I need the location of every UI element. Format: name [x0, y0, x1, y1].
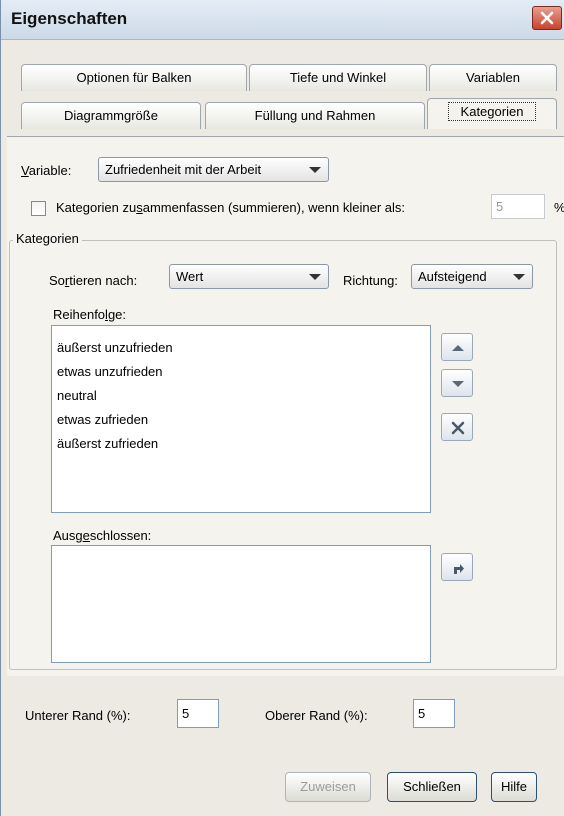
x-icon [451, 421, 465, 435]
move-up-button[interactable] [441, 333, 473, 361]
tab-chart-size[interactable]: Diagrammgröße [21, 102, 201, 129]
direction-label: Richtung: [343, 273, 398, 288]
tab-bar-options[interactable]: Optionen für Balken [21, 64, 247, 91]
categories-group-title: Kategorien [13, 231, 82, 246]
close-icon [540, 11, 554, 25]
title-bar: Eigenschaften [1, 0, 564, 40]
direction-dropdown[interactable]: Aufsteigend [411, 264, 533, 289]
upper-margin-value: 5 [418, 706, 426, 721]
collapse-label: Kategorien zusammenfassen (summieren), w… [56, 200, 406, 215]
tab-label: Füllung und Rahmen [254, 108, 376, 123]
sort-label: Sortieren nach: [49, 273, 138, 288]
tab-label: Kategorien [447, 102, 537, 121]
arrow-up-icon [452, 345, 464, 351]
window-title: Eigenschaften [11, 9, 128, 28]
tab-label: Diagrammgröße [64, 108, 158, 123]
list-item[interactable]: etwas unzufrieden [52, 360, 430, 384]
list-item[interactable]: äußerst unzufrieden [52, 336, 430, 360]
collapse-threshold-value: 5 [496, 199, 504, 214]
move-down-button[interactable] [441, 369, 473, 397]
order-listbox[interactable]: äußerst unzufrieden etwas unzufrieden ne… [51, 325, 431, 513]
variable-dropdown[interactable]: Zufriedenheit mit der Arbeit [98, 157, 329, 182]
close-button[interactable]: Schließen [387, 772, 477, 802]
apply-button-label: Zuweisen [300, 779, 356, 794]
direction-value: Aufsteigend [418, 269, 487, 284]
help-button[interactable]: Hilfe [491, 772, 537, 802]
tab-depth-angle[interactable]: Tiefe und Winkel [249, 64, 427, 91]
upper-margin-label: Oberer Rand (%): [265, 708, 368, 723]
tab-variables[interactable]: Variablen [429, 64, 557, 91]
order-label: Reihenfolge: [53, 307, 127, 322]
lower-margin-value: 5 [182, 706, 190, 721]
tab-label: Optionen für Balken [76, 70, 192, 85]
restore-arrow-icon [454, 564, 464, 574]
variable-label: Variable: [21, 163, 72, 178]
list-item[interactable]: etwas zufrieden [52, 408, 430, 432]
sort-dropdown[interactable]: Wert [169, 264, 329, 289]
collapse-threshold-field[interactable]: 5 [491, 194, 545, 219]
upper-margin-field[interactable]: 5 [413, 699, 455, 728]
properties-dialog: Eigenschaften Optionen für Balken Tiefe … [0, 0, 564, 816]
variable-value: Zufriedenheit mit der Arbeit [105, 162, 262, 177]
tab-label: Variablen [466, 70, 520, 85]
tab-label: Tiefe und Winkel [289, 70, 387, 85]
lower-margin-field[interactable]: 5 [177, 699, 219, 728]
chevron-down-icon [513, 274, 525, 280]
collapse-checkbox[interactable] [31, 201, 46, 216]
tab-categories[interactable]: Kategorien [427, 98, 557, 129]
excluded-label: Ausgeschlossen: [53, 528, 152, 543]
restore-button[interactable] [441, 553, 473, 581]
percent-unit-label: % [554, 200, 564, 215]
help-button-label: Hilfe [500, 779, 527, 794]
list-item[interactable]: neutral [52, 384, 430, 408]
list-item[interactable]: äußerst zufrieden [52, 432, 430, 456]
lower-margin-label: Unterer Rand (%): [25, 708, 131, 723]
exclude-button[interactable] [441, 413, 473, 441]
arrow-down-icon [452, 381, 464, 387]
sort-value: Wert [176, 269, 204, 284]
tab-fill-border[interactable]: Füllung und Rahmen [205, 102, 425, 129]
window-close-button[interactable] [532, 6, 562, 30]
chevron-down-icon [309, 274, 321, 280]
close-button-label: Schließen [403, 779, 461, 794]
chevron-down-icon [309, 167, 321, 173]
excluded-listbox[interactable] [51, 545, 431, 663]
apply-button[interactable]: Zuweisen [285, 772, 371, 802]
